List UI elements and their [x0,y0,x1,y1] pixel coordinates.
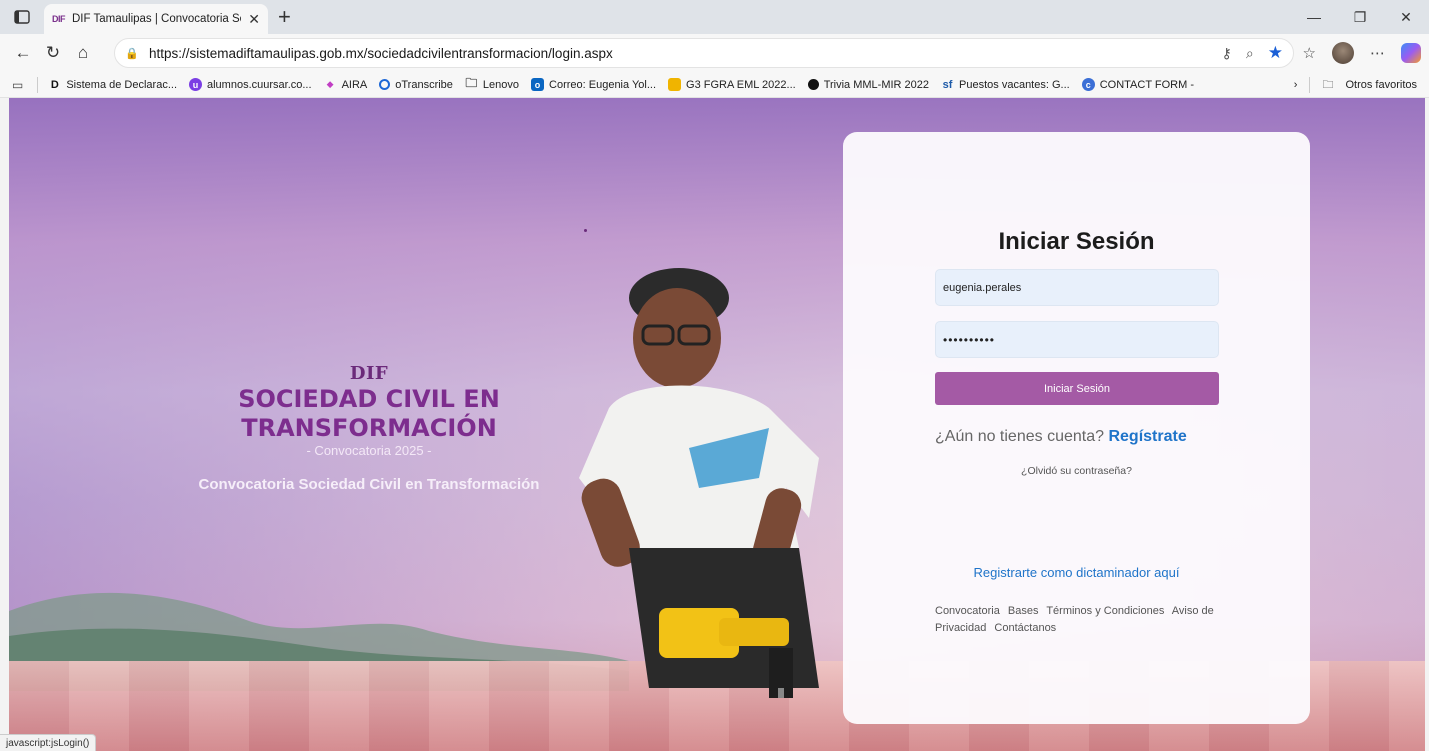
sf-icon: sf [942,78,953,91]
login-title: Iniciar Sesión [998,228,1155,255]
trivia-icon [807,79,819,90]
bookmark-item[interactable]: o Correo: Eugenia Yol... [531,78,656,91]
contact-form-icon: c [1081,78,1095,91]
bookmark-otranscribe-icon [379,79,391,90]
bookmark-label: alumnos.cuursar.co... [207,78,312,91]
bookmark-label: Trivia MML-MIR 2022 [823,78,930,91]
tab-bar: DIF DIF Tamaulipas | Convocatoria Soc ✕ … [0,0,1429,34]
address-bar[interactable]: 🔒 https://sistemadiftamaulipas.gob.mx/so… [114,38,1294,68]
sheets-icon [668,78,682,91]
close-tab-icon[interactable]: ✕ [248,11,260,28]
bookmark-label: Lenovo [482,78,520,91]
other-favorites-folder-icon[interactable]: 🗀 [1322,76,1333,95]
browser-tab[interactable]: DIF DIF Tamaulipas | Convocatoria Soc ✕ [44,4,268,34]
key-icon[interactable]: ⚷ [1222,45,1232,62]
bookmark-item[interactable]: u alumnos.cuursar.co... [189,78,312,91]
bookmark-aira-icon: ◆ [326,79,334,89]
collections-icon[interactable]: ▭ [12,78,23,92]
zoom-icon[interactable]: ⌕ [1246,45,1254,62]
forgot-password-link[interactable]: ¿Olvidó su contraseña? [843,465,1310,477]
window-controls: — ❐ ✕ [1291,0,1429,34]
dif-logo: DIF [349,363,389,384]
restore-icon[interactable]: ❐ [1337,0,1383,34]
footer-link-contact[interactable]: Contáctanos [994,622,1056,634]
favorite-star-icon[interactable]: ★ [1268,43,1283,63]
login-button[interactable]: Iniciar Sesión [935,372,1219,405]
bookmark-label: Puestos vacantes: G... [959,78,1070,91]
refresh-icon[interactable]: ↻ [38,38,68,68]
login-card: Iniciar Sesión eugenia.perales •••••••••… [843,132,1310,724]
outlook-icon: o [531,78,545,91]
tab-actions-icon[interactable] [12,7,32,27]
signup-prompt-text: ¿Aún no tienes cuenta? [935,428,1105,445]
footer-link-bases[interactable]: Bases [1008,605,1039,617]
divider [1309,77,1311,93]
new-tab-icon[interactable]: + [278,4,291,30]
bookmark-label: Sistema de Declarac... [66,78,177,91]
brand-subtitle: - Convocatoria 2025 - [306,443,432,458]
bookmark-d-icon: D [50,78,59,91]
bookmarks-bar: ▭ D Sistema de Declarac... u alumnos.cuurs… [0,72,1429,98]
brand-tagline: Convocatoria Sociedad Civil en Transform… [198,476,540,493]
folder-icon: 🗀 [465,76,478,90]
lock-icon[interactable]: 🔒 [125,47,141,60]
divider [37,76,39,93]
minimize-icon[interactable]: — [1291,0,1337,34]
bookmark-label: oTranscribe [395,78,453,91]
url-text[interactable]: https://sistemadiftamaulipas.gob.mx/soci… [149,46,613,61]
bookmark-item[interactable]: ◆ AIRA [324,78,368,91]
login-page: DIF SOCIEDAD CIVIL EN TRANSFORMACIÓN - C… [9,98,1425,751]
bookmark-label: Correo: Eugenia Yol... [549,78,657,91]
navigation-bar: ← ↻ ⌂ 🔒 https://sistemadiftamaulipas.gob… [0,34,1429,72]
footer-link-terms[interactable]: Términos y Condiciones [1046,605,1164,617]
bookmark-label: CONTACT FORM - [1099,78,1195,91]
signup-link[interactable]: Regístrate [1108,428,1186,445]
close-window-icon[interactable]: ✕ [1383,0,1429,34]
copilot-icon[interactable] [1401,43,1421,63]
more-options-icon[interactable]: ⋯ [1370,44,1385,62]
decorative-dot [584,229,587,232]
tab-title: DIF Tamaulipas | Convocatoria Soc [72,13,242,25]
other-favorites[interactable]: Otros favoritos [1345,79,1417,91]
footer-links: Convocatoria Bases Términos y Condicione… [935,603,1225,637]
profile-avatar[interactable] [1332,42,1354,64]
bookmark-item[interactable]: c CONTACT FORM - [1081,78,1195,91]
favorites-icon[interactable]: ☆ [1303,44,1316,62]
bookmark-item[interactable]: sf Puestos vacantes: G... [941,78,1070,91]
home-icon[interactable]: ⌂ [68,38,98,68]
evaluator-signup-link[interactable]: Registrarte como dictaminador aquí [843,565,1310,580]
dif-favicon-icon: DIF [52,14,66,24]
password-input[interactable]: •••••••••• [935,321,1219,358]
bookmark-item[interactable]: G3 FGRA EML 2022... [668,78,796,91]
bookmark-label: AIRA [341,78,368,91]
bookmark-item[interactable]: oTranscribe [379,79,453,91]
back-icon[interactable]: ← [8,38,38,68]
browser-status-bar: javascript:jsLogin() [0,734,97,751]
brand-title-line1: SOCIEDAD CIVIL EN [238,385,500,413]
footer-link-convocatoria[interactable]: Convocatoria [935,605,1000,617]
more-bookmarks-icon[interactable]: › [1294,79,1298,91]
username-input[interactable]: eugenia.perales [935,269,1219,306]
person-drilling-image [579,268,819,698]
signup-prompt: ¿Aún no tienes cuenta? Regístrate [935,428,1187,446]
brand-block: DIF SOCIEDAD CIVIL EN TRANSFORMACIÓN - C… [179,363,559,493]
bookmark-item[interactable]: Trivia MML-MIR 2022 [807,78,930,91]
bookmark-folder[interactable]: 🗀 Lenovo [465,76,520,91]
bookmark-label: G3 FGRA EML 2022... [686,78,796,91]
bookmark-uu-icon: u [189,78,202,91]
brand-title-line2: TRANSFORMACIÓN [241,414,497,442]
bookmark-item[interactable]: D Sistema de Declarac... [48,78,177,91]
